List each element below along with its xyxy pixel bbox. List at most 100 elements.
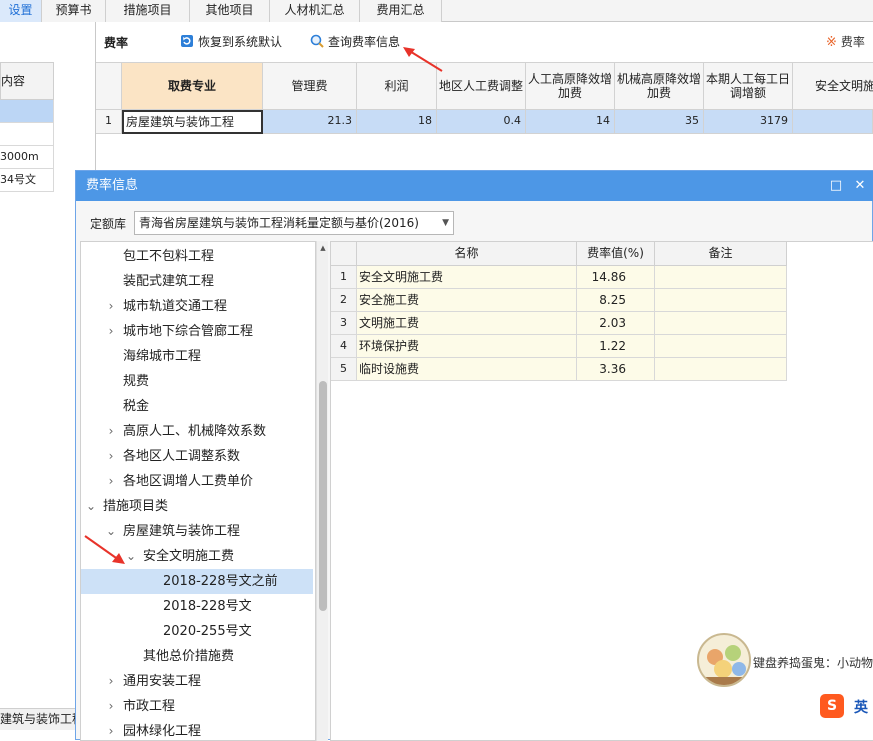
query-fee-info-label: 查询费率信息: [328, 35, 401, 49]
left-panel-row[interactable]: [0, 123, 54, 146]
tab-budget[interactable]: 预算书: [42, 0, 106, 22]
mascot-icon[interactable]: [697, 633, 751, 687]
tree-item[interactable]: › 城市轨道交通工程: [81, 294, 313, 319]
tree-item[interactable]: › 市政工程: [81, 694, 313, 719]
grid-cell-machine-plateau[interactable]: 35: [615, 110, 704, 134]
table-header-note[interactable]: 备注: [655, 242, 787, 266]
fee-title: 费率: [104, 36, 129, 50]
table-row-number: 4: [331, 335, 357, 358]
grid-header-profession[interactable]: 取费专业: [122, 62, 263, 110]
grid-cell-labor-increase[interactable]: 3179: [704, 110, 793, 134]
left-panel-row[interactable]: 34号文: [0, 169, 54, 192]
grid-cell-management[interactable]: 21.3: [263, 110, 357, 134]
scrollbar-thumb[interactable]: [319, 381, 327, 611]
mascot-message: 键盘养捣蛋鬼：小动物: [753, 656, 873, 670]
tree-item[interactable]: 其他总价措施费: [81, 644, 313, 669]
tree-item-selected[interactable]: 2018-228号文之前: [81, 569, 313, 594]
close-button[interactable]: ✕: [852, 178, 868, 194]
query-fee-info-button[interactable]: 查询费率信息: [310, 32, 400, 52]
grid-header-labor-increase[interactable]: 本期人工每工日调增额: [704, 62, 793, 110]
fee-right-button[interactable]: ※ 费率: [826, 32, 865, 52]
ime-indicator[interactable]: S 英: [818, 691, 873, 721]
restore-default-button[interactable]: 恢复到系统默认: [180, 32, 282, 52]
maximize-button[interactable]: □: [828, 178, 844, 194]
table-cell-rate[interactable]: 1.22: [577, 335, 655, 358]
left-panel-row-selected[interactable]: [0, 100, 54, 123]
table-corner: [331, 242, 357, 266]
grid-cell-profit[interactable]: 18: [357, 110, 437, 134]
chevron-right-icon[interactable]: ›: [105, 319, 117, 344]
restore-default-label: 恢复到系统默认: [198, 35, 283, 49]
tree-item[interactable]: 装配式建筑工程: [81, 269, 313, 294]
left-panel-row[interactable]: 3000m: [0, 146, 54, 169]
tree-item[interactable]: › 园林绿化工程: [81, 719, 313, 740]
tab-measures[interactable]: 措施项目: [106, 0, 190, 22]
grid-header-labor-plateau[interactable]: 人工高原降效增加费: [526, 62, 615, 110]
tree-item[interactable]: › 各地区人工调整系数: [81, 444, 313, 469]
tree-item[interactable]: › 各地区调增人工费单价: [81, 469, 313, 494]
fee-right-label: 费率: [840, 35, 865, 49]
grid-header-regional-labor[interactable]: 地区人工费调整: [437, 62, 526, 110]
table-cell-note[interactable]: [655, 289, 787, 312]
chevron-right-icon[interactable]: ›: [105, 669, 117, 694]
tree-item[interactable]: › 高原人工、机械降效系数: [81, 419, 313, 444]
dialog-title: 费率信息: [76, 171, 873, 201]
table-cell-note[interactable]: [655, 312, 787, 335]
table-cell-rate[interactable]: 3.36: [577, 358, 655, 381]
grid-cell-profession[interactable]: 房屋建筑与装饰工程: [122, 110, 263, 134]
grid-header-safety[interactable]: 安全文明施: [793, 62, 873, 110]
table-header-rate[interactable]: 费率值(%): [577, 242, 655, 266]
chevron-right-icon[interactable]: ›: [105, 694, 117, 719]
tree-scrollbar[interactable]: ▲: [316, 241, 328, 741]
scroll-up-icon[interactable]: ▲: [318, 243, 328, 253]
chevron-right-icon[interactable]: ›: [105, 444, 117, 469]
fee-category-tree: 包工不包料工程 装配式建筑工程 › 城市轨道交通工程 › 城市地下综合管廊工程 海绵…: [80, 241, 316, 741]
table-cell-name[interactable]: 安全文明施工费: [357, 266, 577, 289]
table-cell-name[interactable]: 环境保护费: [357, 335, 577, 358]
chevron-right-icon[interactable]: ›: [105, 469, 117, 494]
tab-settings[interactable]: 设置: [0, 0, 42, 22]
grid-header-management[interactable]: 管理费: [263, 62, 357, 110]
grid-row-number: 1: [96, 110, 122, 134]
chevron-right-icon[interactable]: ›: [105, 419, 117, 444]
quota-library-label: 定额库: [90, 217, 127, 231]
table-cell-name[interactable]: 安全施工费: [357, 289, 577, 312]
table-cell-rate[interactable]: 2.03: [577, 312, 655, 335]
table-cell-name[interactable]: 临时设施费: [357, 358, 577, 381]
tree-item[interactable]: › 通用安装工程: [81, 669, 313, 694]
tree-item[interactable]: 规费: [81, 369, 313, 394]
table-cell-note[interactable]: [655, 358, 787, 381]
tree-item[interactable]: ⌄ 措施项目类: [81, 494, 313, 519]
tree-item[interactable]: 包工不包料工程: [81, 244, 313, 269]
table-cell-name[interactable]: 文明施工费: [357, 312, 577, 335]
fee-rate-grid: 取费专业 管理费 利润 地区人工费调整 人工高原降效增加费 机械高原降效增加费 …: [96, 62, 873, 136]
chevron-right-icon[interactable]: ›: [105, 719, 117, 740]
annotation-arrow-icon: [84, 535, 125, 564]
tree-item[interactable]: › 城市地下综合管廊工程: [81, 319, 313, 344]
table-cell-note[interactable]: [655, 335, 787, 358]
table-row-number: 1: [331, 266, 357, 289]
quota-library-select[interactable]: 青海省房屋建筑与装饰工程消耗量定额与基价(2016) ▼: [134, 211, 454, 235]
table-cell-rate[interactable]: 14.86: [577, 266, 655, 289]
table-cell-note[interactable]: [655, 266, 787, 289]
tree-item[interactable]: 2020-255号文: [81, 619, 313, 644]
tree-item[interactable]: 海绵城市工程: [81, 344, 313, 369]
chevron-right-icon[interactable]: ›: [105, 294, 117, 319]
tree-item[interactable]: 税金: [81, 394, 313, 419]
chevron-down-icon: ▼: [442, 218, 449, 228]
table-row-number: 3: [331, 312, 357, 335]
table-row-number: 5: [331, 358, 357, 381]
tab-cost-summary[interactable]: 费用汇总: [360, 0, 442, 22]
annotation-arrow-icon: [403, 47, 443, 72]
restore-icon: [181, 35, 193, 47]
tab-material-summary[interactable]: 人材机汇总: [270, 0, 360, 22]
table-header-name[interactable]: 名称: [357, 242, 577, 266]
chevron-down-icon[interactable]: ⌄: [85, 494, 97, 519]
table-cell-rate[interactable]: 8.25: [577, 289, 655, 312]
tab-other-items[interactable]: 其他项目: [190, 0, 270, 22]
grid-header-machine-plateau[interactable]: 机械高原降效增加费: [615, 62, 704, 110]
grid-cell-safety[interactable]: [793, 110, 873, 134]
grid-cell-labor-plateau[interactable]: 14: [526, 110, 615, 134]
tree-item[interactable]: 2018-228号文: [81, 594, 313, 619]
grid-cell-regional-labor[interactable]: 0.4: [437, 110, 526, 134]
